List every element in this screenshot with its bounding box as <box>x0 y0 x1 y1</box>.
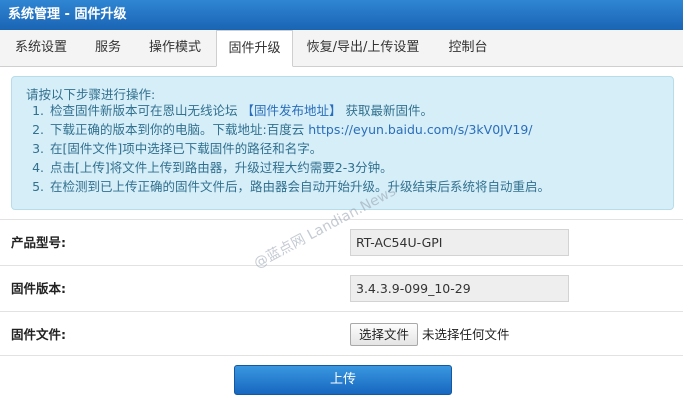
step-text: 在检测到已上传正确的固件文件后，路由器会自动开始升级。升级结束后系统将自动重启。 <box>50 179 551 194</box>
tab-system-settings[interactable]: 系统设置 <box>0 30 82 66</box>
list-item: 5. 在检测到已上传正确的固件文件后，路由器会自动开始升级。升级结束后系统将自动重… <box>22 177 550 196</box>
step-number: 4. <box>32 160 44 175</box>
tab-services[interactable]: 服务 <box>82 30 134 66</box>
list-item: 1. 检查固件新版本可在恩山无线论坛 【固件发布地址】 获取最新固件。 <box>22 101 550 120</box>
firmware-release-link[interactable]: 【固件发布地址】 <box>242 103 342 118</box>
instructions-panel: 请按以下步骤进行操作: 1. 检查固件新版本可在恩山无线论坛 【固件发布地址】 获… <box>11 76 674 210</box>
tab-restore-export[interactable]: 恢复/导出/上传设置 <box>293 30 433 66</box>
tab-firmware-upgrade[interactable]: 固件升级 <box>216 30 293 67</box>
firmware-file-row: 固件文件: 选择文件 未选择任何文件 <box>0 311 683 355</box>
step-number: 2. <box>32 122 44 137</box>
tab-operation-mode[interactable]: 操作模式 <box>134 30 216 66</box>
list-item: 3. 在[固件文件]项中选择已下载固件的路径和名字。 <box>22 139 550 158</box>
choose-file-button[interactable]: 选择文件 <box>350 323 418 346</box>
step-number: 1. <box>32 103 44 118</box>
file-status-text: 未选择任何文件 <box>422 327 510 342</box>
firmware-file-label: 固件文件: <box>11 327 66 342</box>
baidu-download-link[interactable]: https://eyun.baidu.com/s/3kV0JV19/ <box>308 122 532 137</box>
tab-console[interactable]: 控制台 <box>433 30 503 66</box>
step-number: 3. <box>32 141 44 156</box>
firmware-version-label: 固件版本: <box>11 281 66 296</box>
step-text: 点击[上传]将文件上传到路由器，升级过程大约需要2-3分钟。 <box>50 160 393 175</box>
step-text: 获取最新固件。 <box>345 103 434 118</box>
instructions-list: 1. 检查固件新版本可在恩山无线论坛 【固件发布地址】 获取最新固件。 2. 下载正… <box>22 101 550 196</box>
step-text: 在[固件文件]项中选择已下载固件的路径和名字。 <box>50 141 323 156</box>
firmware-version-row: 固件版本: 3.4.3.9-099_10-29 <box>0 265 683 311</box>
upload-button[interactable]: 上传 <box>234 365 452 395</box>
product-model-label: 产品型号: <box>11 235 66 250</box>
product-model-value: RT-AC54U-GPI <box>350 229 569 256</box>
page-title: 系统管理 - 固件升级 <box>0 0 683 30</box>
step-text: 检查固件新版本可在恩山无线论坛 <box>50 103 238 118</box>
list-item: 2. 下载正确的版本到你的电脑。下载地址:百度云 https://eyun.bai… <box>22 120 550 139</box>
list-item: 4. 点击[上传]将文件上传到路由器，升级过程大约需要2-3分钟。 <box>22 158 550 177</box>
step-text: 下载正确的版本到你的电脑。下载地址:百度云 <box>50 122 305 137</box>
firmware-version-value: 3.4.3.9-099_10-29 <box>350 275 569 302</box>
step-number: 5. <box>32 179 44 194</box>
tab-bar: 系统设置 服务 操作模式 固件升级 恢复/导出/上传设置 控制台 <box>0 30 683 67</box>
upload-row: 上传 <box>0 355 683 400</box>
